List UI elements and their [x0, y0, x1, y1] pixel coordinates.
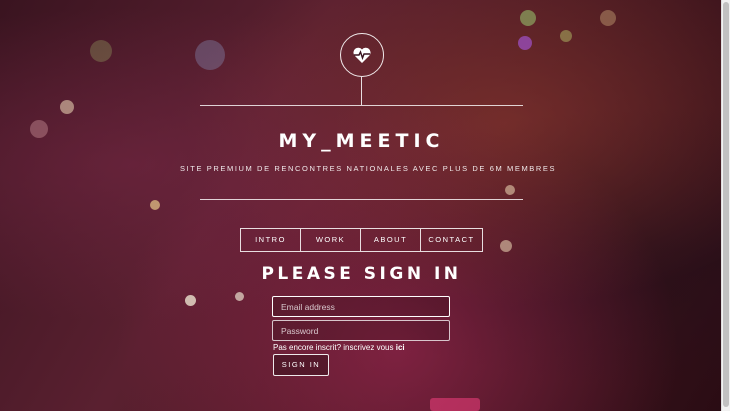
- logo-connector-line: [361, 77, 362, 105]
- divider-top: [200, 105, 523, 106]
- password-field[interactable]: [272, 320, 450, 341]
- register-prompt: Pas encore inscrit? inscrivez vous ici: [273, 343, 405, 352]
- heart-pulse-icon: [340, 33, 384, 77]
- brand-title: MY_MEETIC: [278, 130, 445, 152]
- nav-intro[interactable]: INTRO: [241, 229, 301, 251]
- nav-about[interactable]: ABOUT: [361, 229, 421, 251]
- register-text: Pas encore inscrit? inscrivez vous: [273, 343, 396, 352]
- signin-title: PLEASE SIGN IN: [261, 264, 462, 284]
- page-scrollbar[interactable]: [721, 0, 730, 411]
- main-nav: INTRO WORK ABOUT CONTACT: [240, 228, 483, 252]
- nav-work[interactable]: WORK: [301, 229, 361, 251]
- register-link[interactable]: ici: [396, 343, 405, 352]
- brand-tagline: SITE PREMIUM DE RENCONTRES NATIONALES AV…: [180, 164, 557, 173]
- sign-in-button[interactable]: SIGN IN: [273, 354, 329, 376]
- divider-bottom: [200, 199, 523, 200]
- email-field[interactable]: [272, 296, 450, 317]
- nav-contact[interactable]: CONTACT: [421, 229, 482, 251]
- scrollbar-thumb[interactable]: [723, 2, 729, 407]
